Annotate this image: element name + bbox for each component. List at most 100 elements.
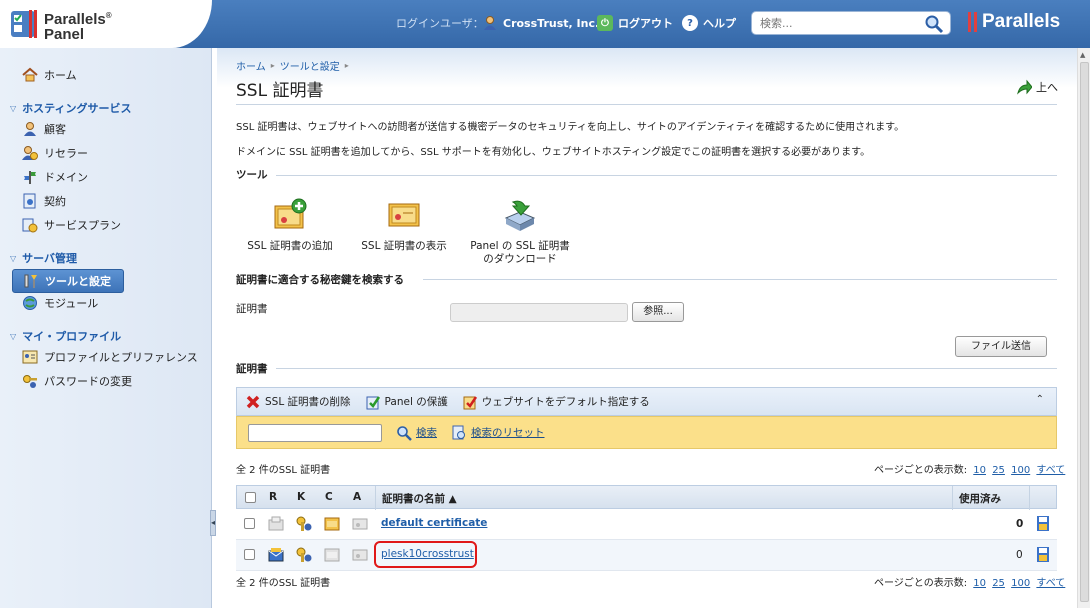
per-page-25[interactable]: 25 <box>992 578 1005 589</box>
set-default-label: ウェブサイトをデフォルト指定する <box>481 396 650 408</box>
save-icon[interactable] <box>1036 546 1050 563</box>
sidebar-item-tools-settings[interactable]: ツールと設定 <box>12 269 124 293</box>
sidebar-item-service-plans[interactable]: サービスプラン <box>22 216 121 234</box>
per-page-selector-top: ページごとの表示数: 10 25 100 すべて <box>874 461 1065 476</box>
col-k: K <box>297 491 306 503</box>
up-level-link[interactable]: 上へ <box>1016 79 1058 95</box>
select-all-checkbox[interactable] <box>245 492 256 503</box>
column-divider <box>952 486 953 510</box>
per-page-25[interactable]: 25 <box>992 465 1005 476</box>
tool-view-label: SSL 証明書の表示 <box>361 240 447 252</box>
browse-button[interactable]: 参照... <box>632 302 684 322</box>
search-button[interactable]: 検索 <box>396 425 437 441</box>
per-page-10[interactable]: 10 <box>973 578 986 589</box>
tool-view-certificate[interactable]: SSL 証明書の表示 <box>358 198 450 253</box>
certificate-file-input[interactable] <box>450 303 628 322</box>
sidebar-item-profile-prefs[interactable]: プロファイルとプリファレンス <box>22 348 198 366</box>
col-name-sort[interactable]: 証明書の名前 ▲ <box>382 491 457 506</box>
search-input[interactable] <box>760 12 925 34</box>
csr-icon <box>268 548 284 562</box>
breadcrumb-home[interactable]: ホーム <box>236 58 266 73</box>
search-icon[interactable] <box>924 14 944 34</box>
server-section-label: サーバ管理 <box>22 252 78 265</box>
tool-download-label-1: Panel の SSL 証明書 <box>470 240 570 252</box>
collapse-triangle-icon: ▽ <box>10 331 17 341</box>
sidebar-section-server[interactable]: ▽ サーバ管理 <box>10 250 77 266</box>
description-2: ドメインに SSL 証明書を追加してから、SSL サポートを有効化し、ウェブサイ… <box>236 147 871 158</box>
scroll-up-arrow-icon[interactable]: ▲ <box>1080 51 1085 59</box>
certificate-name-link[interactable]: default certificate <box>381 517 487 529</box>
reset-search-icon <box>452 425 465 439</box>
filter-search-input[interactable] <box>248 423 382 442</box>
delete-certificate-button[interactable]: SSL 証明書の削除 <box>245 394 351 410</box>
up-arrow-icon <box>1017 79 1032 95</box>
ca-certificate-missing-icon <box>352 549 368 561</box>
logo-text: Parallels® Panel <box>44 11 112 43</box>
per-page-10[interactable]: 10 <box>973 465 986 476</box>
tool-download-panel-certificate[interactable]: Panel の SSL 証明書 のダウンロード <box>466 198 574 266</box>
per-page-100[interactable]: 100 <box>1011 578 1030 589</box>
sidebar-section-hosting[interactable]: ▽ ホスティングサービス <box>10 100 132 116</box>
sidebar-item-change-password[interactable]: パスワードの変更 <box>22 372 132 390</box>
sidebar-item-customers[interactable]: 顧客 <box>22 120 66 138</box>
sidebar-collapse-handle[interactable]: ◂ <box>210 510 216 536</box>
up-label: 上へ <box>1036 81 1058 94</box>
tools-section-title: ツール <box>236 169 268 181</box>
per-page-100[interactable]: 100 <box>1011 465 1030 476</box>
save-icon[interactable] <box>1036 515 1050 532</box>
table-row: plesk10crosstrust 0 <box>236 540 1057 571</box>
breadcrumb-tools-settings[interactable]: ツールと設定 <box>280 58 340 73</box>
domain-icon <box>24 171 36 184</box>
resellers-label: リセラー <box>44 147 88 160</box>
sidebar: ホーム ▽ ホスティングサービス 顧客 リセラー ドメイン 契約 サービスプラン … <box>0 48 212 608</box>
modules-icon <box>23 296 37 310</box>
scrollbar-thumb[interactable] <box>1080 62 1089 602</box>
current-user[interactable]: CrossTrust, Inc. <box>482 15 599 31</box>
key-search-section-title: 証明書に適合する秘密鍵を検索する <box>236 274 404 286</box>
modules-label: モジュール <box>44 297 99 310</box>
profile-section-label: マイ・プロファイル <box>22 330 122 343</box>
per-page-all[interactable]: すべて <box>1036 578 1065 589</box>
set-default-button[interactable]: ウェブサイトをデフォルト指定する <box>462 394 650 410</box>
column-divider <box>375 486 376 510</box>
highlight-annotation-box <box>374 541 477 568</box>
key-search-divider <box>423 279 1057 280</box>
collapse-chevron-icon[interactable]: ⌃ <box>1036 394 1044 405</box>
tools-icon <box>24 274 37 288</box>
row-checkbox[interactable] <box>244 518 255 529</box>
reseller-icon <box>22 146 38 160</box>
row-checkbox[interactable] <box>244 549 255 560</box>
send-file-button[interactable]: ファイル送信 <box>955 336 1047 357</box>
col-a: A <box>353 491 362 503</box>
sidebar-item-resellers[interactable]: リセラー <box>22 144 88 162</box>
home-label: ホーム <box>44 69 77 82</box>
sidebar-item-subscriptions[interactable]: 契約 <box>22 192 66 210</box>
sidebar-section-profile[interactable]: ▽ マイ・プロファイル <box>10 328 121 344</box>
certificate-icon <box>324 517 340 531</box>
sidebar-item-modules[interactable]: モジュール <box>22 294 98 312</box>
per-page-label: ページごとの表示数: <box>874 578 968 589</box>
per-page-all[interactable]: すべて <box>1036 465 1065 476</box>
tool-add-certificate[interactable]: SSL 証明書の追加 <box>244 198 336 253</box>
description-1: SSL 証明書は、ウェブサイトへの訪問者が送信する機密データのセキュリティを向上… <box>236 122 905 133</box>
brand-text: Parallels <box>982 11 1061 32</box>
tool-download-label-2: のダウンロード <box>483 253 557 265</box>
sidebar-item-domains[interactable]: ドメイン <box>22 168 88 186</box>
add-certificate-icon <box>274 198 307 229</box>
sidebar-item-home[interactable]: ホーム <box>22 66 77 84</box>
reset-search-button[interactable]: 検索のリセット <box>451 425 545 441</box>
breadcrumb: ホーム ▸ ツールと設定 ▸ <box>236 58 349 73</box>
col-used: 使用済み <box>959 493 1001 505</box>
customer-icon <box>24 122 36 136</box>
logout-link[interactable]: ⏻ ログアウト <box>597 15 673 31</box>
vertical-scrollbar[interactable]: ▲ <box>1077 48 1090 608</box>
customers-label: 顧客 <box>44 123 66 136</box>
table-header: R K C A 証明書の名前 ▲ 使用済み <box>236 485 1057 510</box>
used-count: 0 <box>1016 518 1024 530</box>
profile-prefs-label: プロファイルとプリファレンス <box>44 351 198 364</box>
help-link[interactable]: ? ヘルプ <box>682 15 736 31</box>
certificate-missing-icon <box>324 548 340 562</box>
protect-panel-button[interactable]: Panel の保護 <box>365 394 448 410</box>
service-plan-icon <box>22 218 38 233</box>
download-certificate-icon <box>504 200 536 231</box>
